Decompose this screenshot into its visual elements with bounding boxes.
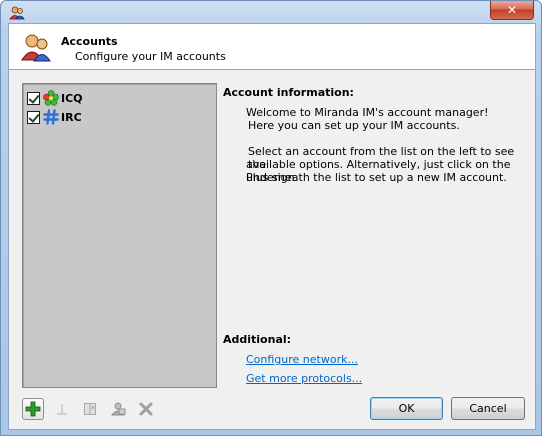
rename-icon	[57, 404, 67, 415]
options-icon	[84, 403, 96, 415]
header-title: Accounts	[61, 35, 118, 48]
rename-account-button[interactable]	[51, 398, 73, 420]
account-item-icq[interactable]: ICQ	[27, 90, 83, 106]
header-subtitle: Configure your IM accounts	[75, 50, 226, 63]
upgrade-account-button[interactable]	[107, 398, 129, 420]
instructions-line3: underneath the list to set up a new IM a…	[246, 171, 507, 184]
miranda-app-icon	[9, 6, 25, 20]
account-label-irc: IRC	[61, 110, 82, 124]
dialog-header: Accounts Configure your IM accounts	[9, 24, 535, 70]
welcome-text-line2: Here you can set up your IM accounts.	[248, 119, 460, 132]
account-checkbox-icq[interactable]	[27, 91, 40, 105]
upgrade-icon	[110, 402, 126, 416]
account-label-icq: ICQ	[61, 91, 83, 105]
accounts-icon	[21, 34, 51, 62]
accounts-window: ✕ Accounts Configure your IM accounts IC…	[0, 0, 542, 436]
cancel-button[interactable]: Cancel	[451, 397, 525, 420]
account-list[interactable]: ICQ IRC	[22, 83, 217, 388]
account-options-button[interactable]	[79, 398, 101, 420]
delete-account-button[interactable]	[135, 398, 157, 420]
title-bar[interactable]: ✕	[1, 1, 541, 23]
dialog-client-area: Accounts Configure your IM accounts ICQ	[8, 23, 536, 430]
add-icon	[25, 401, 41, 417]
add-account-button[interactable]	[22, 398, 44, 420]
get-more-protocols-link[interactable]: Get more protocols...	[246, 372, 362, 385]
account-information-heading: Account information:	[223, 86, 354, 99]
delete-icon	[139, 402, 153, 416]
account-checkbox-irc[interactable]	[27, 110, 40, 124]
flower-icon	[43, 90, 59, 106]
welcome-text-line1: Welcome to Miranda IM's account manager!	[246, 106, 489, 119]
configure-network-link[interactable]: Configure network...	[246, 353, 358, 366]
ok-button[interactable]: OK	[370, 397, 443, 420]
close-button[interactable]: ✕	[490, 1, 534, 20]
additional-heading: Additional:	[223, 333, 292, 346]
hash-icon	[43, 109, 59, 125]
account-item-irc[interactable]: IRC	[27, 109, 82, 125]
